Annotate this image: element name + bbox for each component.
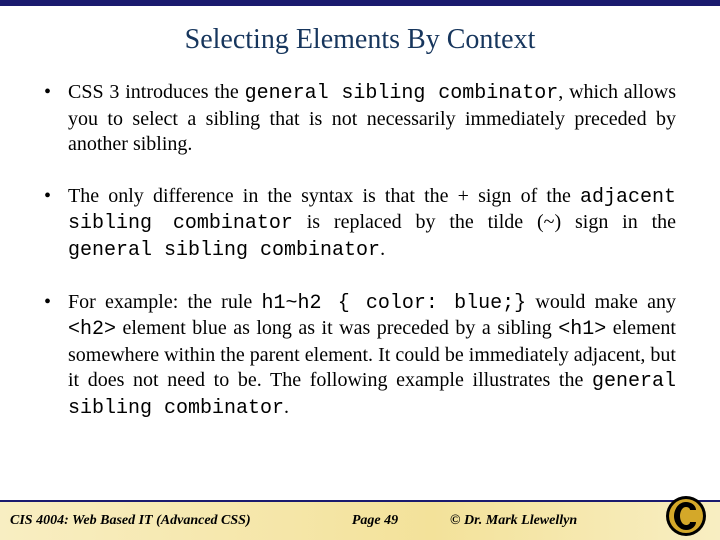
code-run: <h1> [558,318,606,341]
code-run: general sibling combinator [68,239,380,262]
bullet-list: CSS 3 introduces the general sibling com… [44,80,676,422]
slide-footer: CIS 4004: Web Based IT (Advanced CSS) Pa… [0,500,720,540]
footer-page-number: Page 49 [300,513,450,529]
text-run: element blue as long as it was preceded … [116,317,558,339]
text-run: The only difference in the syntax is tha… [68,185,580,207]
text-run: . [380,238,385,260]
text-run: For example: the rule [68,291,261,313]
footer-copyright: © Dr. Mark Llewellyn [450,513,620,529]
slide-title: Selecting Elements By Context [0,24,720,56]
code-run: h1~h2 { color: blue;} [261,292,526,315]
slide-content: CSS 3 introduces the general sibling com… [0,80,720,422]
ucf-logo-icon [664,494,708,538]
text-run: . [284,396,289,418]
bullet-item: CSS 3 introduces the general sibling com… [44,80,676,158]
text-run: is replaced by the tilde (~) sign in the [293,211,676,233]
footer-course: CIS 4004: Web Based IT (Advanced CSS) [0,513,300,529]
text-run: CSS 3 introduces the [68,81,245,103]
top-accent-bar [0,0,720,6]
code-run: general sibling combinator [245,82,559,105]
bullet-item: The only difference in the syntax is tha… [44,184,676,264]
bullet-item: For example: the rule h1~h2 { color: blu… [44,290,676,422]
code-run: <h2> [68,318,116,341]
text-run: would make any [526,291,676,313]
